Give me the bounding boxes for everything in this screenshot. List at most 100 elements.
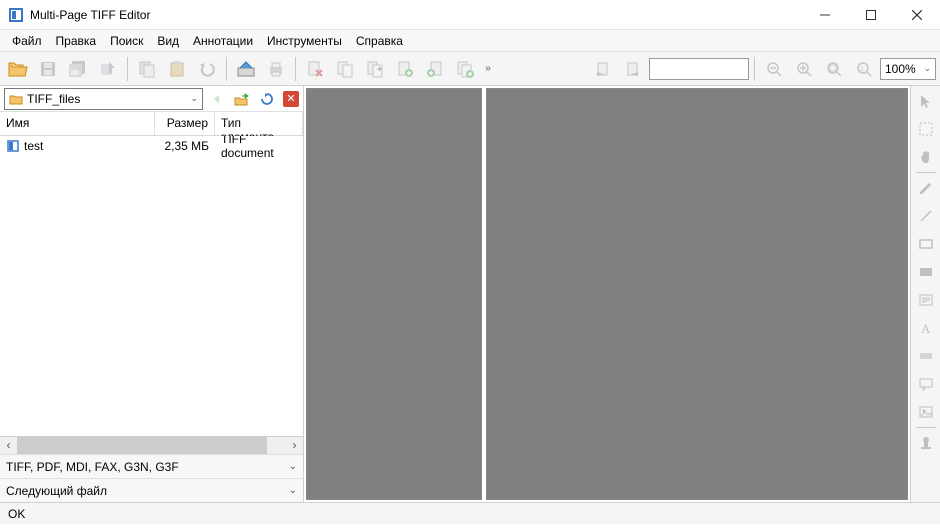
- page-add-before-button[interactable]: [391, 55, 419, 83]
- zoom-in-button[interactable]: [790, 55, 818, 83]
- view-area: A: [304, 86, 940, 502]
- next-page-button[interactable]: [619, 55, 647, 83]
- app-icon: [8, 7, 24, 23]
- path-bar: TIFF_files ⌄ ✕: [0, 86, 303, 112]
- menu-annotations[interactable]: Аннотации: [187, 32, 259, 50]
- menubar: Файл Правка Поиск Вид Аннотации Инструме…: [0, 30, 940, 52]
- file-size: 2,35 МБ: [155, 139, 215, 153]
- close-button[interactable]: [894, 0, 940, 30]
- menu-tools[interactable]: Инструменты: [261, 32, 348, 50]
- scroll-right-icon[interactable]: ›: [286, 437, 303, 454]
- next-file-select[interactable]: Следующий файл ⌄: [0, 478, 303, 502]
- open-button[interactable]: [4, 55, 32, 83]
- marquee-tool[interactable]: [913, 116, 939, 142]
- rect-tool[interactable]: [913, 231, 939, 257]
- filter-select[interactable]: TIFF, PDF, MDI, FAX, G3N, G3F ⌄: [0, 454, 303, 478]
- print-button[interactable]: [262, 55, 290, 83]
- zoom-actual-button[interactable]: 1: [850, 55, 878, 83]
- toolbar-overflow[interactable]: »: [481, 56, 495, 82]
- image-tool[interactable]: [913, 399, 939, 425]
- column-size[interactable]: Размер: [155, 112, 215, 135]
- main-toolbar: » 1 100% ⌄: [0, 52, 940, 86]
- note-tool[interactable]: [913, 287, 939, 313]
- callout-tool[interactable]: [913, 371, 939, 397]
- zoom-select[interactable]: 100% ⌄: [880, 58, 936, 80]
- save-all-button[interactable]: [64, 55, 92, 83]
- separator: [916, 172, 936, 173]
- folder-icon: [9, 93, 23, 105]
- filled-rect-tool[interactable]: [913, 259, 939, 285]
- menu-search[interactable]: Поиск: [104, 32, 149, 50]
- page-copy-button[interactable]: [331, 55, 359, 83]
- prev-page-button[interactable]: [589, 55, 617, 83]
- menu-file[interactable]: Файл: [6, 32, 48, 50]
- undo-button[interactable]: [193, 55, 221, 83]
- zoom-out-button[interactable]: [760, 55, 788, 83]
- nav-refresh-button[interactable]: [256, 88, 278, 110]
- pencil-tool[interactable]: [913, 175, 939, 201]
- main-area: TIFF_files ⌄ ✕ Имя Размер Тип элемента t…: [0, 86, 940, 502]
- zoom-fit-button[interactable]: [820, 55, 848, 83]
- separator: [754, 57, 755, 81]
- svg-text:1: 1: [860, 66, 864, 73]
- line-tool[interactable]: [913, 203, 939, 229]
- minimize-button[interactable]: [802, 0, 848, 30]
- column-name[interactable]: Имя: [0, 112, 155, 135]
- file-list: Имя Размер Тип элемента test 2,35 МБ TIF…: [0, 112, 303, 454]
- chevron-down-icon: ⌄: [923, 63, 931, 74]
- scan-button[interactable]: [232, 55, 260, 83]
- chevron-down-icon: ⌄: [190, 93, 198, 104]
- scroll-left-icon[interactable]: ‹: [0, 437, 17, 454]
- paste-button[interactable]: [163, 55, 191, 83]
- file-row[interactable]: test 2,35 МБ TIFF document: [0, 136, 303, 156]
- titlebar: Multi-Page TIFF Editor: [0, 0, 940, 30]
- menu-edit[interactable]: Правка: [50, 32, 103, 50]
- status-text: OK: [8, 507, 25, 521]
- annotation-toolbar: A: [910, 86, 940, 502]
- window-title: Multi-Page TIFF Editor: [30, 8, 802, 22]
- next-file-label: Следующий файл: [6, 484, 107, 498]
- path-select[interactable]: TIFF_files ⌄: [4, 88, 203, 110]
- filter-label: TIFF, PDF, MDI, FAX, G3N, G3F: [6, 460, 179, 474]
- page-delete-button[interactable]: [301, 55, 329, 83]
- separator: [226, 57, 227, 81]
- separator: [127, 57, 128, 81]
- menu-view[interactable]: Вид: [151, 32, 185, 50]
- file-browser-panel: TIFF_files ⌄ ✕ Имя Размер Тип элемента t…: [0, 86, 304, 502]
- chevron-down-icon: ⌄: [289, 461, 297, 472]
- page-move-button[interactable]: [361, 55, 389, 83]
- file-list-body[interactable]: test 2,35 МБ TIFF document: [0, 136, 303, 436]
- stamp-tool[interactable]: [913, 430, 939, 456]
- menu-help[interactable]: Справка: [350, 32, 409, 50]
- panel-close-button[interactable]: ✕: [283, 91, 299, 107]
- file-icon: [6, 139, 20, 153]
- copy-button[interactable]: [133, 55, 161, 83]
- statusbar: OK: [0, 502, 940, 524]
- text-tool[interactable]: A: [913, 315, 939, 341]
- file-list-header: Имя Размер Тип элемента: [0, 112, 303, 136]
- highlight-tool[interactable]: [913, 343, 939, 369]
- page-add-after-button[interactable]: [421, 55, 449, 83]
- export-button[interactable]: [94, 55, 122, 83]
- chevron-down-icon: ⌄: [289, 485, 297, 496]
- separator: [295, 57, 296, 81]
- nav-back-button[interactable]: [206, 88, 228, 110]
- column-type[interactable]: Тип элемента: [215, 112, 303, 135]
- file-name: test: [24, 139, 43, 153]
- page-canvas[interactable]: [486, 88, 908, 500]
- scroll-thumb[interactable]: [17, 437, 267, 454]
- save-button[interactable]: [34, 55, 62, 83]
- svg-text:A: A: [921, 321, 931, 336]
- zoom-value: 100%: [885, 62, 916, 76]
- path-text: TIFF_files: [27, 92, 80, 106]
- thumbnail-canvas[interactable]: [306, 88, 482, 500]
- nav-up-button[interactable]: [231, 88, 253, 110]
- horizontal-scrollbar[interactable]: ‹ ›: [0, 436, 303, 453]
- hand-tool[interactable]: [913, 144, 939, 170]
- page-number-input[interactable]: [649, 58, 749, 80]
- separator: [916, 427, 936, 428]
- page-add-button[interactable]: [451, 55, 479, 83]
- pointer-tool[interactable]: [913, 88, 939, 114]
- file-type: TIFF document: [215, 136, 303, 160]
- maximize-button[interactable]: [848, 0, 894, 30]
